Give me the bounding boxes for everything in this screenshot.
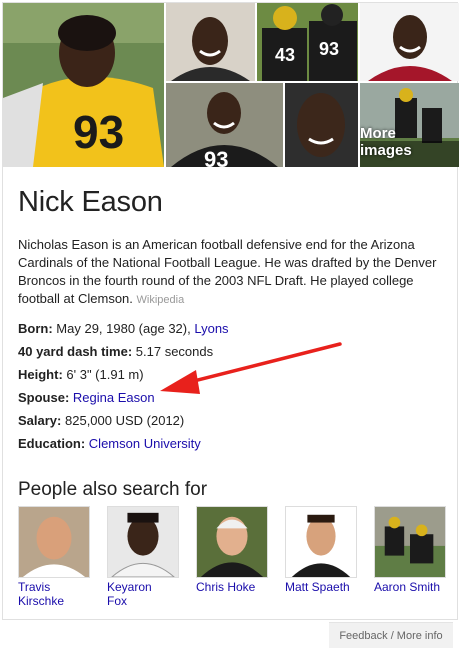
entity-description: Nicholas Eason is an American football d…: [18, 236, 443, 309]
wikipedia-source-link[interactable]: Wikipedia: [137, 294, 185, 306]
photo-portrait[interactable]: [166, 3, 255, 81]
person-card[interactable]: Matt Spaeth: [285, 506, 360, 594]
facts-list: Born: May 29, 1980 (age 32), Lyons 40 ya…: [18, 321, 443, 459]
photo-main[interactable]: 93: [3, 3, 164, 167]
salary-label: Salary:: [18, 413, 62, 428]
image-mosaic[interactable]: 93 43 93 93 More images: [3, 3, 459, 167]
person-card[interactable]: Keyaron Fox: [107, 506, 182, 608]
feedback-link[interactable]: Feedback / More info: [329, 622, 453, 648]
fact-height: Height: 6' 3" (1.91 m): [18, 367, 443, 390]
born-value: May 29, 1980 (age 32),: [56, 321, 191, 336]
person-photo[interactable]: [107, 506, 179, 578]
fact-salary: Salary: 825,000 USD (2012): [18, 413, 443, 436]
fact-40-yard-dash: 40 yard dash time: 5.17 seconds: [18, 344, 443, 367]
svg-text:43: 43: [275, 45, 295, 65]
dash-label: 40 yard dash time:: [18, 344, 133, 359]
born-place-link[interactable]: Lyons: [194, 321, 228, 336]
person-photo[interactable]: [196, 506, 268, 578]
people-also-search-title: People also search for: [18, 479, 208, 500]
svg-text:93: 93: [319, 39, 339, 59]
person-name[interactable]: Travis Kirschke: [18, 580, 93, 608]
entity-title: Nick Eason: [18, 186, 163, 218]
person-photo[interactable]: [285, 506, 357, 578]
person-card[interactable]: Chris Hoke: [196, 506, 271, 594]
person-name[interactable]: Chris Hoke: [196, 580, 271, 594]
education-link[interactable]: Clemson University: [89, 436, 201, 451]
salary-value: 825,000 USD (2012): [65, 413, 185, 428]
person-photo[interactable]: [18, 506, 90, 578]
description-text: Nicholas Eason is an American football d…: [18, 237, 437, 306]
photo-face[interactable]: [285, 83, 358, 167]
person-name[interactable]: Matt Spaeth: [285, 580, 360, 594]
person-name[interactable]: Aaron Smith: [374, 580, 449, 594]
born-label: Born:: [18, 321, 53, 336]
fact-spouse: Spouse: Regina Eason: [18, 390, 443, 413]
svg-text:93: 93: [73, 106, 124, 158]
knowledge-panel: 93 43 93 93 More images Nick Eason Nicho…: [2, 2, 459, 620]
person-photo[interactable]: [374, 506, 446, 578]
svg-text:93: 93: [204, 147, 228, 167]
fact-education: Education: Clemson University: [18, 436, 443, 459]
spouse-label: Spouse:: [18, 390, 70, 405]
photo-game-action[interactable]: More images: [360, 83, 459, 167]
dash-value: 5.17 seconds: [135, 344, 214, 359]
fact-born: Born: May 29, 1980 (age 32), Lyons: [18, 321, 443, 344]
person-card[interactable]: Aaron Smith: [374, 506, 449, 594]
height-value: 6' 3" (1.91 m): [66, 367, 144, 382]
height-label: Height:: [18, 367, 63, 382]
education-label: Education:: [18, 436, 86, 451]
spouse-link[interactable]: Regina Eason: [73, 390, 155, 405]
photo-black-jersey[interactable]: 93: [166, 83, 283, 167]
person-card[interactable]: Travis Kirschke: [18, 506, 93, 608]
more-images-link[interactable]: More images: [360, 125, 451, 159]
photo-cardinals[interactable]: [360, 3, 459, 81]
photo-steelers-pair[interactable]: 43 93: [257, 3, 358, 81]
person-name[interactable]: Keyaron Fox: [107, 580, 182, 608]
